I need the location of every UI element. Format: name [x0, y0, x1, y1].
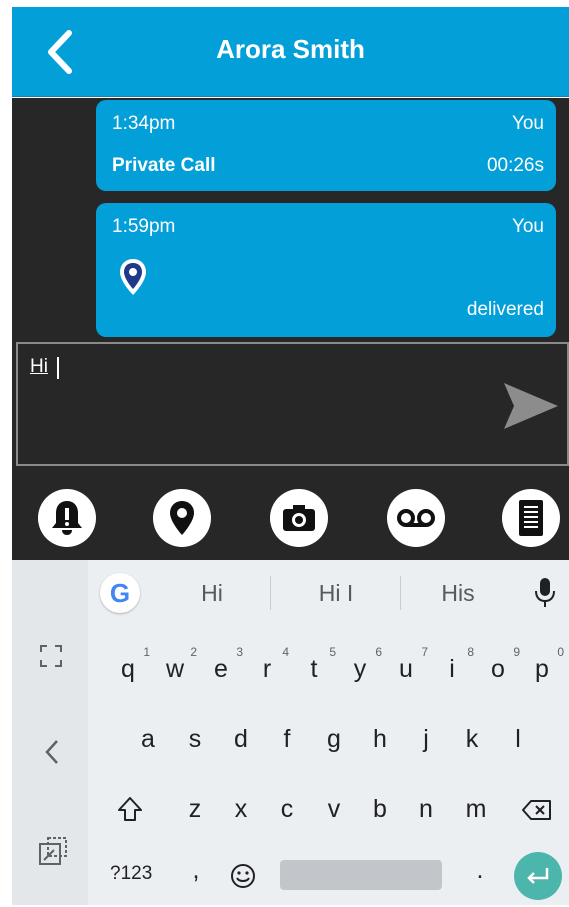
- message-call-duration: 00:26s: [486, 155, 544, 176]
- soft-keyboard: G Hi Hi I His q1 w2 e3 r4 t5 y6 u7 i8 o9…: [12, 560, 569, 905]
- key-q[interactable]: q1: [106, 645, 150, 684]
- key-label: u: [399, 655, 413, 683]
- key-hint: 1: [143, 645, 150, 659]
- chevron-left-icon[interactable]: [42, 738, 62, 766]
- key-y[interactable]: y6: [338, 645, 382, 684]
- key-hint: 8: [467, 645, 474, 659]
- backspace-icon[interactable]: [522, 799, 552, 821]
- key-a[interactable]: a: [126, 725, 170, 754]
- send-button[interactable]: [499, 378, 563, 434]
- compose-area: Hi: [12, 341, 569, 476]
- google-logo-icon[interactable]: G: [100, 573, 140, 613]
- period-key[interactable]: .: [458, 856, 502, 885]
- key-label: q: [121, 655, 135, 683]
- message-bubble[interactable]: 1:59pm You delivered: [96, 203, 556, 337]
- key-r[interactable]: r4: [245, 645, 289, 684]
- key-label: w: [165, 655, 185, 683]
- key-label: y: [353, 655, 367, 683]
- message-time: 1:34pm: [112, 113, 176, 134]
- camera-icon: [283, 505, 315, 531]
- key-g[interactable]: g: [312, 725, 356, 754]
- key-x[interactable]: x: [219, 795, 263, 824]
- key-label: p: [535, 655, 549, 683]
- message-input[interactable]: Hi: [16, 342, 569, 466]
- shift-icon[interactable]: [117, 796, 143, 822]
- key-z[interactable]: z: [173, 795, 217, 824]
- message-list[interactable]: 1:34pm You Private Call 00:26s 1:59pm Yo…: [12, 98, 569, 341]
- key-f[interactable]: f: [265, 725, 309, 754]
- key-v[interactable]: v: [312, 795, 356, 824]
- voicemail-icon: [397, 509, 435, 527]
- divider: [270, 576, 271, 610]
- key-label: e: [214, 655, 228, 683]
- suggestion-bar: G Hi Hi I His: [88, 560, 569, 626]
- key-i[interactable]: i8: [430, 645, 474, 684]
- key-d[interactable]: d: [219, 725, 263, 754]
- key-label: t: [310, 655, 318, 683]
- document-button[interactable]: [502, 489, 560, 547]
- voicemail-button[interactable]: [387, 489, 445, 547]
- message-sender: You: [511, 216, 544, 237]
- camera-button[interactable]: [270, 489, 328, 547]
- key-label: r: [262, 655, 272, 683]
- app-frame: Arora Smith 1:34pm You Private Call 00:2…: [12, 7, 569, 905]
- symbols-key[interactable]: ?123: [110, 863, 152, 885]
- key-n[interactable]: n: [404, 795, 448, 824]
- enter-key[interactable]: [514, 852, 562, 900]
- keyboard-side-column: [12, 560, 88, 905]
- key-t[interactable]: t5: [292, 645, 336, 684]
- top-bar: Arora Smith: [12, 7, 569, 97]
- key-h[interactable]: h: [358, 725, 402, 754]
- key-j[interactable]: j: [404, 725, 448, 754]
- key-w[interactable]: w2: [153, 645, 197, 684]
- send-arrow-icon: [504, 383, 558, 429]
- contact-name-title: Arora Smith: [216, 34, 365, 64]
- alert-button[interactable]: [38, 489, 96, 547]
- key-m[interactable]: m: [454, 795, 498, 824]
- microphone-icon[interactable]: [533, 576, 557, 610]
- key-e[interactable]: e3: [199, 645, 243, 684]
- key-b[interactable]: b: [358, 795, 402, 824]
- key-hint: 4: [282, 645, 289, 659]
- key-label: i: [449, 655, 455, 683]
- key-hint: 3: [236, 645, 243, 659]
- key-u[interactable]: u7: [384, 645, 428, 684]
- enter-arrow-icon: [527, 868, 549, 884]
- key-hint: 2: [190, 645, 197, 659]
- document-icon: [519, 500, 543, 536]
- attachment-action-bar: [12, 476, 569, 560]
- key-label: o: [491, 655, 505, 683]
- emoji-icon[interactable]: [230, 863, 256, 889]
- key-c[interactable]: c: [265, 795, 309, 824]
- space-bar[interactable]: [280, 860, 442, 890]
- suggestion-2[interactable]: Hi I: [292, 580, 380, 607]
- key-s[interactable]: s: [173, 725, 217, 754]
- alert-bell-icon: [52, 501, 82, 535]
- text-caret: [57, 357, 59, 379]
- key-hint: 9: [513, 645, 520, 659]
- location-pin-icon: [170, 501, 194, 535]
- message-call-type: Private Call: [112, 155, 216, 176]
- message-time: 1:59pm: [112, 216, 176, 237]
- message-sender: You: [511, 113, 544, 134]
- key-hint: 6: [375, 645, 382, 659]
- key-hint: 7: [421, 645, 428, 659]
- suggestion-3[interactable]: His: [422, 580, 494, 607]
- key-k[interactable]: k: [450, 725, 494, 754]
- comma-key[interactable]: ,: [174, 856, 218, 885]
- key-hint: 5: [329, 645, 336, 659]
- suggestion-1[interactable]: Hi: [176, 580, 248, 607]
- message-input-text: Hi: [30, 356, 48, 377]
- key-hint: 0: [557, 645, 564, 659]
- location-button[interactable]: [153, 489, 211, 547]
- message-bubble[interactable]: 1:34pm You Private Call 00:26s: [96, 100, 556, 191]
- location-pin-icon[interactable]: [118, 257, 148, 302]
- floating-keyboard-icon[interactable]: [38, 836, 68, 866]
- resize-keyboard-icon[interactable]: [38, 643, 64, 669]
- key-o[interactable]: o9: [476, 645, 520, 684]
- key-l[interactable]: l: [496, 725, 540, 754]
- divider: [400, 576, 401, 610]
- message-status: delivered: [466, 299, 544, 320]
- key-p[interactable]: p0: [520, 645, 564, 684]
